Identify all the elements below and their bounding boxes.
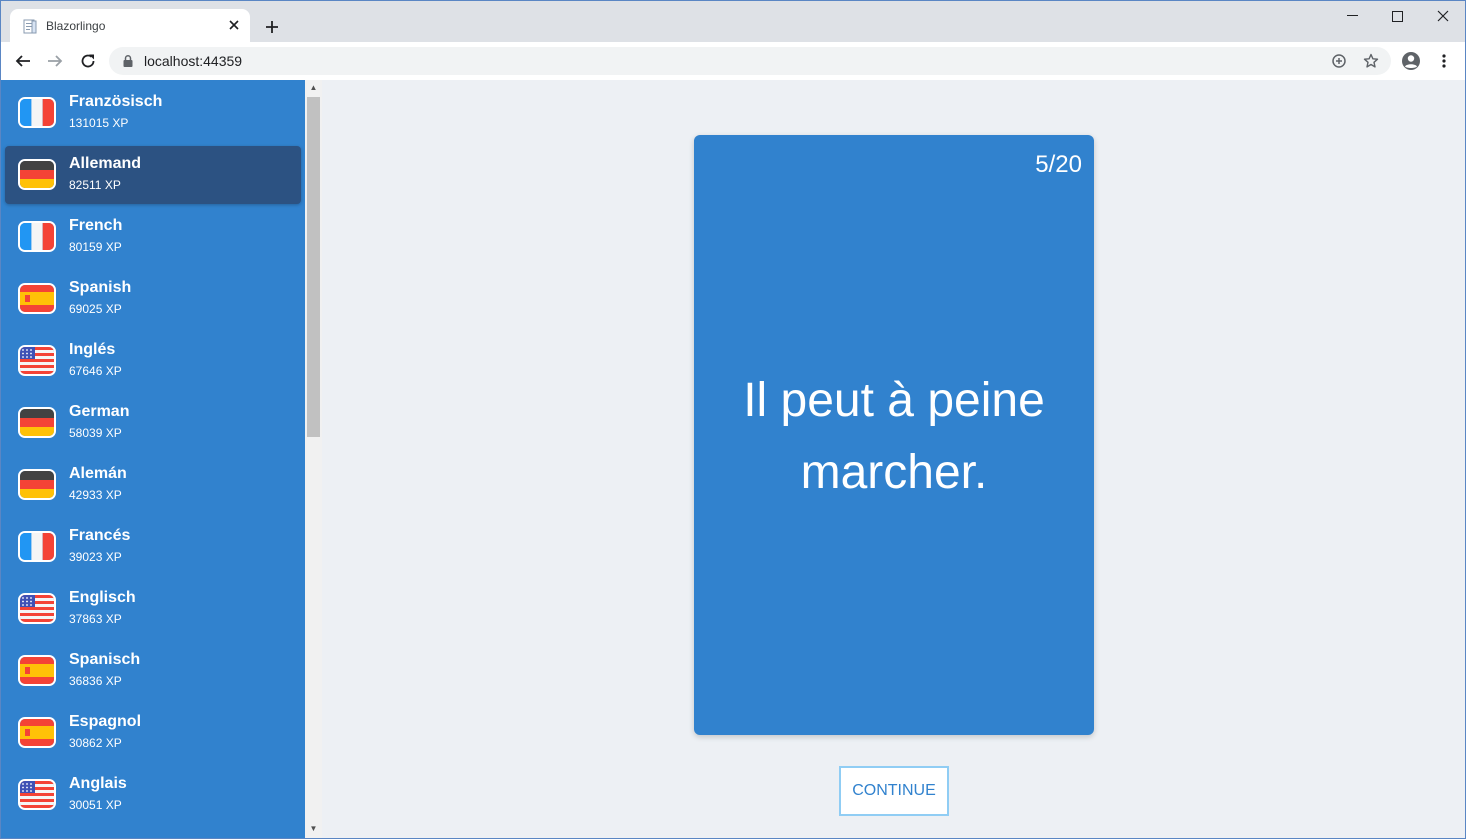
sidebar-item-frances[interactable]: Francés 39023 XP (5, 518, 301, 576)
flag-usa-icon (18, 345, 56, 376)
browser-tab[interactable]: Blazorlingo (10, 9, 250, 43)
scroll-up-icon[interactable]: ▲ (309, 84, 318, 92)
sidebar-item-spanish[interactable]: Spanish 69025 XP (5, 270, 301, 328)
page: Französisch 131015 XP Allemand 82511 XP … (0, 80, 1466, 839)
sidebar-item-xp: 80159 XP (69, 240, 122, 254)
flashcard: 5/20 Il peut à peine marcher. (694, 135, 1094, 735)
flag-usa-icon (18, 779, 56, 810)
flag-germany-icon (18, 159, 56, 190)
sidebar-item-xp: 42933 XP (69, 488, 122, 502)
sidebar-item-xp: 82511 XP (69, 178, 121, 192)
add-circle-icon[interactable] (1329, 51, 1349, 71)
sidebar-item-name: Alemán (69, 465, 127, 482)
sidebar-item-englisch[interactable]: Englisch 37863 XP (5, 580, 301, 638)
sidebar-item-name: Französisch (69, 93, 163, 110)
sidebar-item-anglais[interactable]: Anglais 30051 XP (5, 766, 301, 824)
sidebar-item-name: Allemand (69, 155, 142, 172)
sidebar-item-name: French (69, 217, 123, 234)
sidebar-item-name: Anglais (69, 775, 127, 792)
flag-germany-icon (18, 469, 56, 500)
menu-dots-icon[interactable] (1432, 49, 1456, 73)
tab-title: Blazorlingo (46, 19, 106, 33)
sidebar-item-xp: 39023 XP (69, 550, 122, 564)
star-icon[interactable] (1361, 51, 1381, 71)
sidebar-item-name: Francés (69, 527, 131, 544)
sidebar-item-xp: 30862 XP (69, 736, 122, 750)
sidebar-item-allemand[interactable]: Allemand 82511 XP (5, 146, 301, 204)
new-tab-icon[interactable] (261, 16, 283, 38)
sidebar-item-xp: 30051 XP (69, 798, 122, 812)
sidebar-item-xp: 69025 XP (69, 302, 122, 316)
sidebar-item-espagnol[interactable]: Espagnol 30862 XP (5, 704, 301, 762)
card-sentence: Il peut à peine marcher. (743, 374, 1045, 499)
sidebar-item-xp: 131015 XP (69, 116, 129, 130)
scroll-down-icon[interactable]: ▼ (309, 825, 318, 833)
flag-spain-icon (18, 717, 56, 748)
flag-france-icon (18, 97, 56, 128)
sidebar-item-spanisch[interactable]: Spanisch 36836 XP (5, 642, 301, 700)
sidebar-item-name: Englisch (69, 589, 136, 606)
sidebar-item-xp: 67646 XP (69, 364, 122, 378)
address-bar[interactable]: localhost:44359 (109, 47, 1391, 75)
sidebar-scrollbar[interactable]: ▲ ▼ (305, 80, 322, 838)
back-icon[interactable] (10, 48, 36, 74)
flag-france-icon (18, 221, 56, 252)
flag-usa-icon (18, 593, 56, 624)
url-text[interactable]: localhost:44359 (144, 53, 242, 69)
flag-spain-icon (18, 283, 56, 314)
flag-germany-icon (18, 407, 56, 438)
sidebar-item-franzosisch[interactable]: Französisch 131015 XP (5, 84, 301, 142)
sidebar-item-xp: 37863 XP (69, 612, 122, 626)
maximize-icon[interactable] (1374, 1, 1420, 31)
card-progress: 5/20 (1035, 151, 1082, 178)
browser-toolbar: localhost:44359 (0, 42, 1466, 80)
reload-icon[interactable] (75, 48, 101, 74)
sidebar-item-name: Spanish (69, 279, 132, 296)
sidebar-item-xp: 58039 XP (69, 426, 122, 440)
language-sidebar: Französisch 131015 XP Allemand 82511 XP … (1, 80, 305, 838)
sidebar-item-name: Spanisch (69, 651, 141, 668)
close-window-icon[interactable] (1420, 1, 1466, 31)
sidebar-item-german[interactable]: German 58039 XP (5, 394, 301, 452)
sidebar-item-ingles[interactable]: Inglés 67646 XP (5, 332, 301, 390)
forward-icon[interactable] (42, 48, 68, 74)
scrollbar-thumb[interactable] (307, 97, 320, 437)
sidebar-item-name: Inglés (69, 341, 116, 358)
document-icon (23, 19, 37, 34)
account-icon[interactable] (1399, 49, 1423, 73)
close-tab-icon[interactable] (226, 17, 242, 33)
flag-spain-icon (18, 655, 56, 686)
sidebar-item-name: German (69, 403, 130, 420)
sidebar-item-name: Espagnol (69, 713, 142, 730)
browser-titlebar: Blazorlingo (0, 0, 1466, 43)
continue-button[interactable]: CONTINUE (839, 766, 949, 816)
flag-france-icon (18, 531, 56, 562)
sidebar-item-xp: 36836 XP (69, 674, 122, 688)
minimize-icon[interactable] (1329, 1, 1375, 31)
sidebar-item-french[interactable]: French 80159 XP (5, 208, 301, 266)
lock-icon (123, 55, 133, 67)
sidebar-item-aleman[interactable]: Alemán 42933 XP (5, 456, 301, 514)
